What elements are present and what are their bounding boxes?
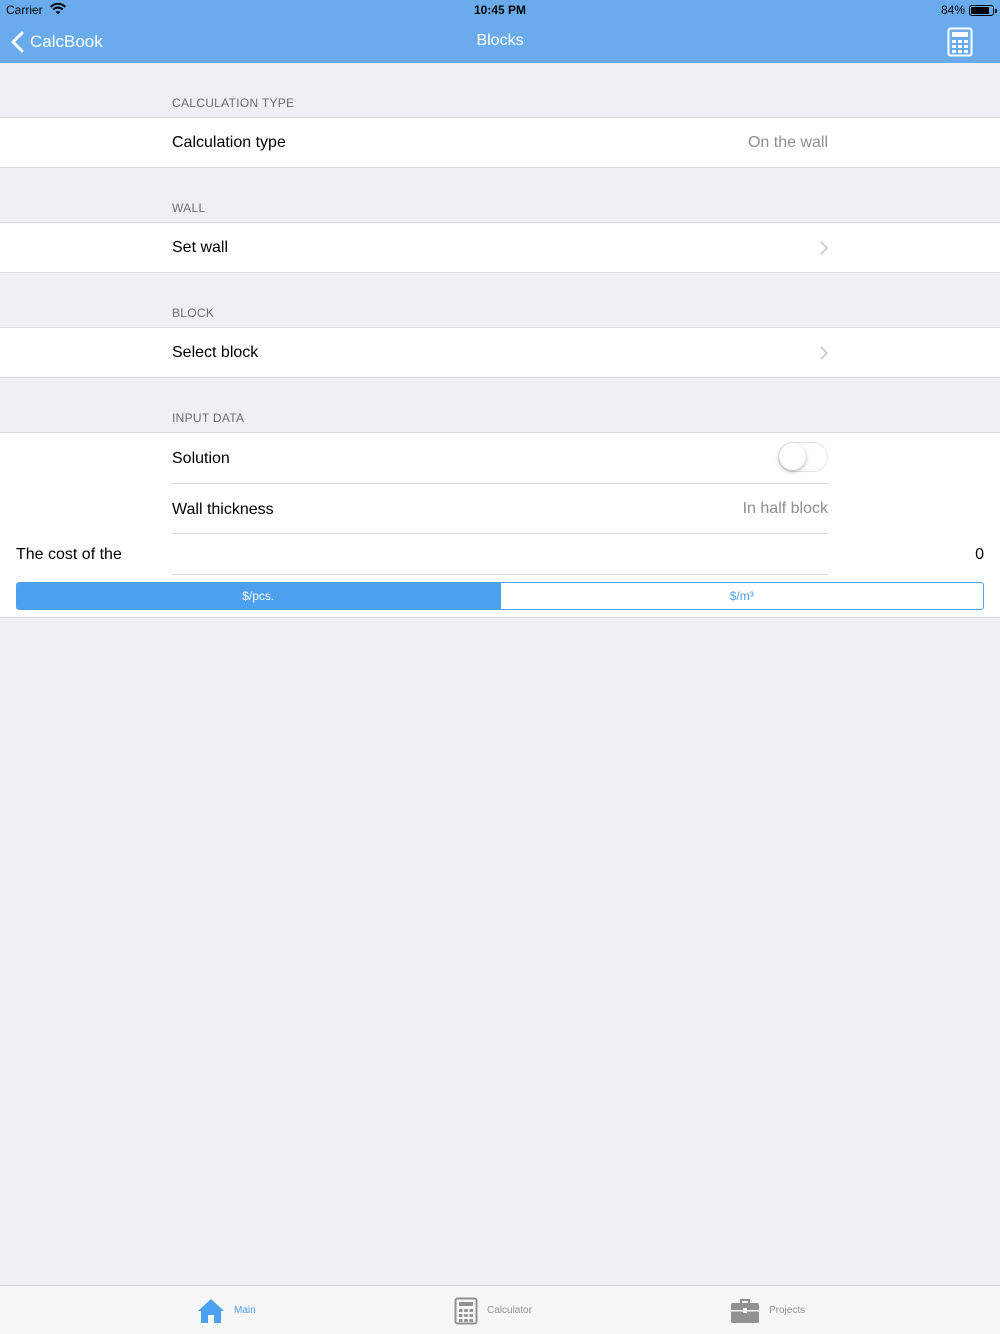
tab-projects[interactable]: Projects — [730, 1286, 805, 1334]
row-separator — [172, 574, 828, 575]
section-header-block: BLOCK — [172, 306, 215, 320]
battery-icon — [969, 5, 997, 16]
select-block-row[interactable]: Select block — [0, 327, 1000, 378]
unit-per-piece-segment[interactable]: $/pcs. — [17, 583, 500, 609]
set-wall-label: Set wall — [172, 239, 229, 256]
row-separator — [172, 483, 828, 484]
navigation-bar: CalcBook Blocks — [0, 20, 1000, 63]
input-data-group: Solution Wall thickness In half block Th… — [0, 432, 1000, 618]
chevron-right-icon — [820, 346, 828, 360]
tab-main-label: Main — [234, 1305, 256, 1316]
battery-percentage: 84% — [940, 3, 965, 17]
tab-calculator[interactable]: Calculator — [454, 1286, 532, 1334]
toggle-knob — [779, 443, 806, 470]
select-block-label: Select block — [172, 344, 259, 361]
calculation-type-value: On the wall — [747, 134, 828, 151]
solution-toggle[interactable] — [778, 442, 828, 472]
wall-thickness-label: Wall thickness — [172, 501, 274, 518]
calculation-type-label: Calculation type — [172, 134, 286, 151]
solution-label: Solution — [172, 450, 230, 467]
calculator-icon — [947, 27, 973, 57]
home-icon — [198, 1298, 224, 1323]
cost-unit-segmented-control: $/pcs. $/m³ — [16, 582, 984, 610]
chevron-right-icon — [820, 241, 828, 255]
cost-label: The cost of the — [16, 546, 122, 563]
unit-per-cubic-meter-segment[interactable]: $/m³ — [499, 583, 984, 609]
row-separator — [172, 533, 828, 534]
calculation-type-row[interactable]: Calculation type On the wall — [0, 117, 1000, 168]
page-title: Blocks — [476, 32, 524, 49]
tab-projects-label: Projects — [769, 1305, 806, 1316]
section-header-wall: WALL — [172, 201, 206, 215]
tab-bar: Main Calculator Projects — [0, 1285, 1000, 1334]
calculator-icon — [454, 1297, 478, 1324]
section-header-calculation-type: CALCULATION TYPE — [172, 96, 295, 110]
status-bar: Carrier 10:45 PM 84% — [0, 0, 1000, 20]
calculator-button[interactable] — [947, 27, 973, 57]
status-time: 10:45 PM — [473, 3, 527, 17]
tab-main[interactable]: Main — [197, 1286, 256, 1334]
briefcase-icon — [731, 1298, 759, 1323]
tab-calculator-label: Calculator — [487, 1305, 533, 1316]
top-bar: Carrier 10:45 PM 84% CalcBook Blocks — [0, 0, 1000, 63]
wall-thickness-value[interactable]: In half block — [743, 500, 828, 518]
section-header-input-data: INPUT DATA — [172, 411, 245, 425]
set-wall-row[interactable]: Set wall — [0, 222, 1000, 273]
cost-input[interactable]: 0 — [975, 546, 984, 564]
